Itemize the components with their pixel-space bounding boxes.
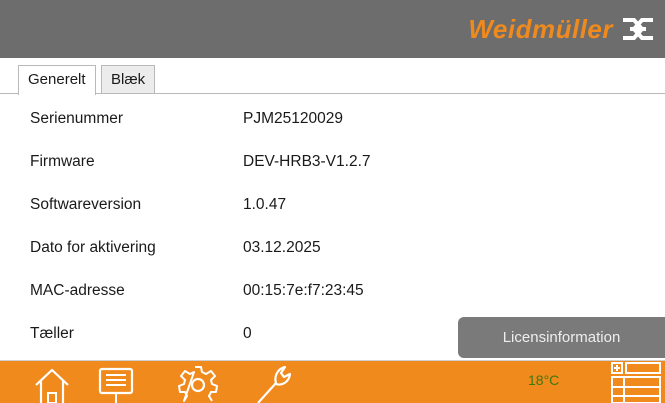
license-info-button[interactable]: Licensinformation [458, 317, 665, 358]
tab-underline [0, 93, 665, 94]
info-row-mac: MAC-adresse 00:15:7e:f7:23:45 [0, 270, 665, 312]
tab-blaek[interactable]: Blæk [101, 65, 156, 93]
table-menu-icon[interactable] [610, 361, 662, 403]
info-row-software: Softwareversion 1.0.47 [0, 184, 665, 226]
row-label: Softwareversion [30, 196, 142, 213]
row-value: 0 [243, 325, 252, 342]
tab-generelt[interactable]: Generelt [18, 65, 96, 95]
row-value: PJM25120029 [243, 110, 343, 127]
brand-logo: Weidmüller [468, 11, 655, 47]
temperature-readout: 18°C [528, 372, 560, 388]
row-value: 00:15:7e:f7:23:45 [243, 282, 364, 299]
header-bar: Weidmüller [0, 0, 665, 58]
info-row-firmware: Firmware DEV-HRB3-V1.2.7 [0, 141, 665, 183]
row-value: DEV-HRB3-V1.2.7 [243, 153, 371, 170]
row-label: Dato for aktivering [30, 239, 156, 256]
bottom-nav-bar: 18°C [0, 361, 665, 403]
settings-gear-icon[interactable] [178, 363, 218, 403]
print-jobs-icon[interactable] [96, 363, 136, 403]
tab-bar: Generelt Blæk [0, 58, 665, 98]
brand-name: Weidmüller [468, 13, 613, 44]
row-label: MAC-adresse [30, 282, 125, 299]
row-label: Firmware [30, 153, 95, 170]
weidmuller-logo-icon [623, 18, 653, 40]
row-label: Serienummer [30, 110, 124, 127]
wrench-icon[interactable] [252, 363, 292, 403]
info-row-serial: Serienummer PJM25120029 [0, 98, 665, 140]
row-label: Tæller [30, 325, 74, 342]
info-row-activation-date: Dato for aktivering 03.12.2025 [0, 227, 665, 269]
home-icon[interactable] [32, 363, 72, 403]
row-value: 1.0.47 [243, 196, 287, 213]
row-value: 03.12.2025 [243, 239, 321, 256]
